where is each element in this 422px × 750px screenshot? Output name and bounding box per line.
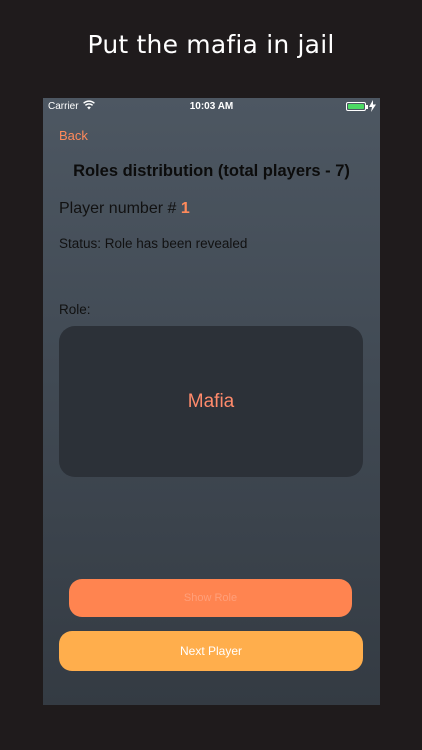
status-text: Status: Role has been revealed bbox=[59, 236, 248, 251]
role-value: Mafia bbox=[187, 390, 235, 412]
player-number-label: Player number # bbox=[59, 200, 181, 217]
battery-icon bbox=[346, 102, 368, 111]
back-button[interactable]: Back bbox=[59, 128, 88, 143]
show-role-button[interactable]: Show Role bbox=[69, 579, 352, 617]
role-label: Role: bbox=[59, 302, 91, 317]
player-number-line: Player number # 1 bbox=[59, 200, 190, 218]
charging-bolt-icon bbox=[369, 100, 376, 112]
promo-headline: Put the mafia in jail bbox=[87, 30, 335, 59]
status-time: 10:03 AM bbox=[189, 101, 234, 112]
player-number-value: 1 bbox=[180, 200, 190, 217]
status-bar: Carrier 10:03 AM bbox=[43, 98, 380, 116]
next-player-button[interactable]: Next Player bbox=[59, 631, 363, 671]
phone-screen: Carrier 10:03 AM Back Roles distribution… bbox=[43, 98, 380, 705]
page-title: Roles distribution (total players - 7) bbox=[73, 162, 350, 180]
role-card: Mafia bbox=[59, 326, 363, 477]
